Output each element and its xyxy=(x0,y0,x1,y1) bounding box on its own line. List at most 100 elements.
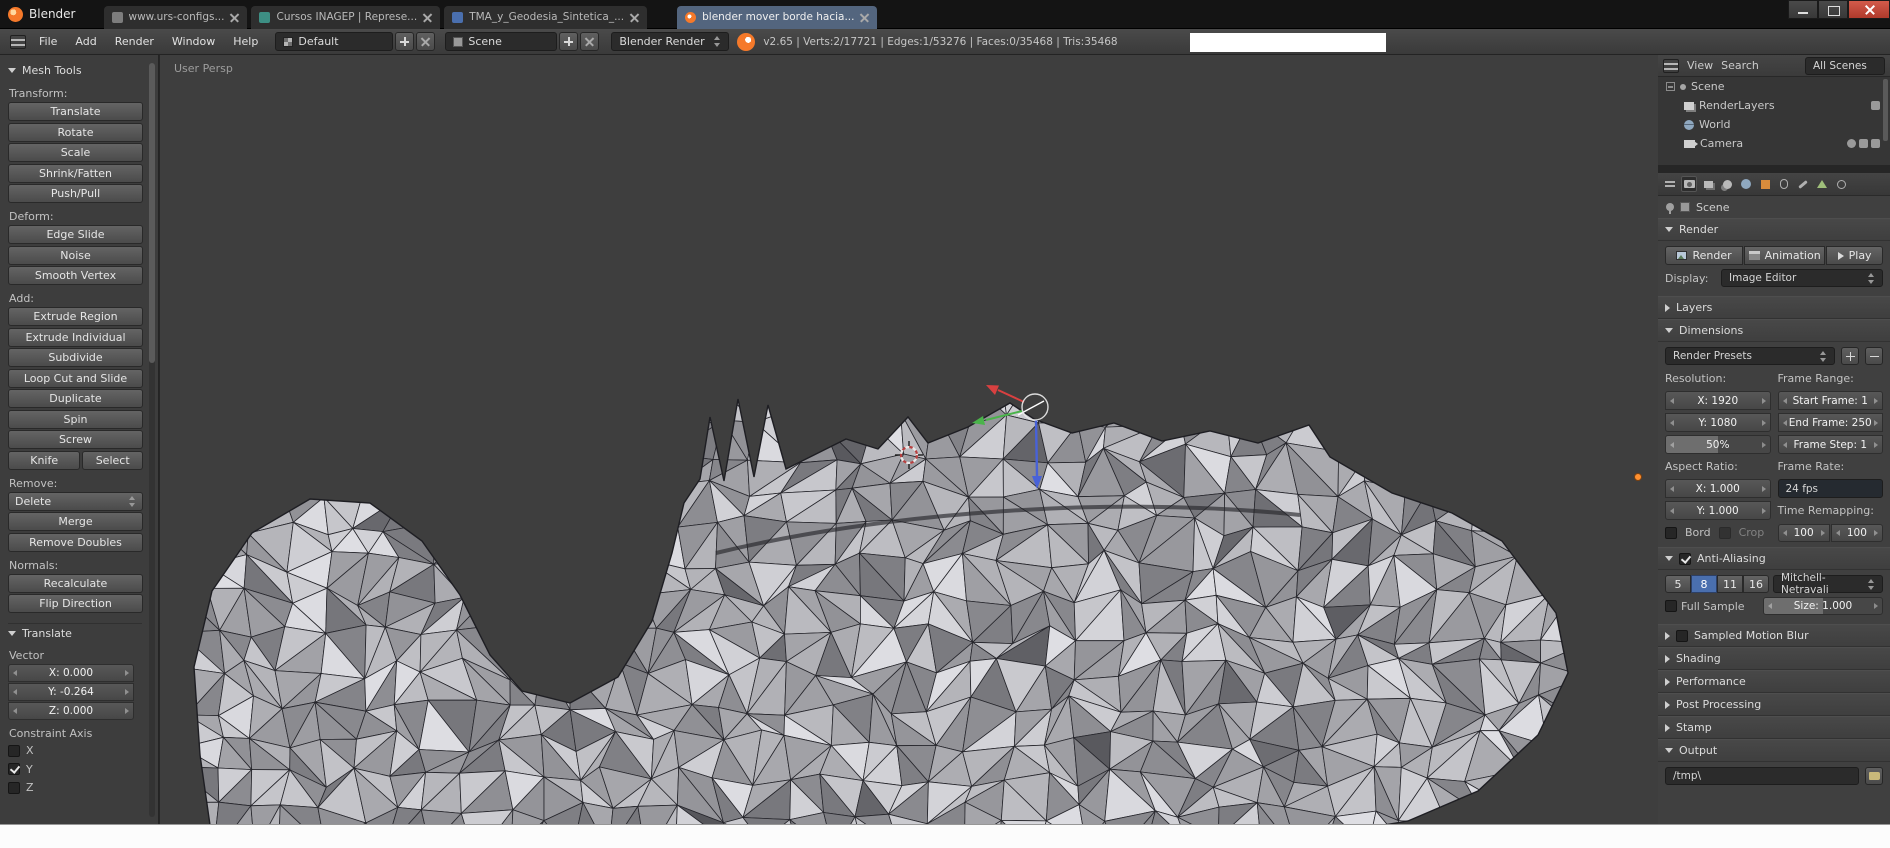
aa-samples-8-button[interactable]: 8 xyxy=(1691,575,1717,593)
frame-step-field[interactable]: Frame Step: 1 xyxy=(1778,435,1884,454)
vector-y-field[interactable]: Y: -0.264 xyxy=(8,683,134,701)
tab-close-icon[interactable] xyxy=(630,13,639,22)
outliner-item-scene[interactable]: Scene xyxy=(1658,77,1890,96)
shrink-fatten-button[interactable]: Shrink/Fatten xyxy=(8,164,143,183)
aa-samples-11-button[interactable]: 11 xyxy=(1717,575,1743,593)
browser-tab-3[interactable]: TMA_y_Geodesia_Sintetica_... xyxy=(444,6,647,29)
remove-doubles-button[interactable]: Remove Doubles xyxy=(8,533,143,552)
remove-preset-button[interactable] xyxy=(1865,347,1883,365)
outliner-search-menu[interactable]: Search xyxy=(1721,59,1759,72)
delete-menu-button[interactable]: Delete xyxy=(8,492,143,511)
outliner-scrollbar-thumb[interactable] xyxy=(1883,79,1888,141)
manipulator-x-arrow[interactable] xyxy=(986,385,999,395)
toolshelf-scrollbar-thumb[interactable] xyxy=(149,63,155,363)
object-tab[interactable] xyxy=(1757,176,1773,192)
knife-select-button[interactable]: Select xyxy=(82,451,143,470)
resolution-x-field[interactable]: X: 1920 xyxy=(1665,391,1771,410)
tab-close-icon[interactable] xyxy=(860,13,869,22)
aa-size-slider[interactable]: Size: 1.000 xyxy=(1763,597,1883,615)
aa-filter-dropdown[interactable]: Mitchell-Netravali xyxy=(1773,575,1883,593)
push-pull-button[interactable]: Push/Pull xyxy=(8,184,143,203)
tab-close-icon[interactable] xyxy=(423,13,432,22)
flip-direction-button[interactable]: Flip Direction xyxy=(8,594,143,613)
post-processing-panel-header[interactable]: Post Processing xyxy=(1658,693,1890,716)
aspect-y-field[interactable]: Y: 1.000 xyxy=(1665,501,1771,520)
outliner-item-camera[interactable]: Camera xyxy=(1658,134,1890,153)
loop-cut-button[interactable]: Loop Cut and Slide xyxy=(8,369,143,388)
shading-panel-header[interactable]: Shading xyxy=(1658,647,1890,670)
edge-slide-button[interactable]: Edge Slide xyxy=(8,225,143,244)
outliner-display-mode[interactable]: All Scenes xyxy=(1805,57,1885,75)
end-frame-field[interactable]: End Frame: 250 xyxy=(1778,413,1884,432)
vector-x-field[interactable]: X: 0.000 xyxy=(8,664,134,682)
full-sample-checkbox[interactable] xyxy=(1665,600,1677,612)
manipulator-center-ring[interactable] xyxy=(1022,394,1048,420)
tab-close-icon[interactable] xyxy=(230,13,239,22)
knife-button[interactable]: Knife xyxy=(8,451,80,470)
dimensions-panel-header[interactable]: Dimensions xyxy=(1658,319,1890,342)
menu-render[interactable]: Render xyxy=(106,30,163,54)
menu-add[interactable]: Add xyxy=(66,30,105,54)
extrude-individual-button[interactable]: Extrude Individual xyxy=(8,328,143,347)
screen-layout-selector[interactable]: Default xyxy=(275,32,393,51)
menu-help[interactable]: Help xyxy=(224,30,267,54)
performance-panel-header[interactable]: Performance xyxy=(1658,670,1890,693)
axis-z-checkbox[interactable] xyxy=(8,782,20,794)
outliner-editor-icon[interactable] xyxy=(1663,59,1679,73)
stamp-panel-header[interactable]: Stamp xyxy=(1658,716,1890,739)
aa-samples-5-button[interactable]: 5 xyxy=(1665,575,1691,593)
duplicate-button[interactable]: Duplicate xyxy=(8,389,143,408)
output-panel-header[interactable]: Output xyxy=(1658,739,1890,762)
outliner-item-renderlayers[interactable]: RenderLayers xyxy=(1658,96,1890,115)
aa-samples-16-button[interactable]: 16 xyxy=(1743,575,1769,593)
outliner-view-menu[interactable]: View xyxy=(1687,59,1713,72)
layers-panel-header[interactable]: Layers xyxy=(1658,296,1890,319)
recalculate-button[interactable]: Recalculate xyxy=(8,574,143,593)
rotate-button[interactable]: Rotate xyxy=(8,123,143,142)
minimize-button[interactable] xyxy=(1788,0,1818,19)
add-scene-button[interactable] xyxy=(559,32,578,51)
lamp-object-dot[interactable] xyxy=(1635,474,1642,481)
region-divider[interactable] xyxy=(1658,165,1890,173)
mesh-tools-panel-header[interactable]: Mesh Tools xyxy=(8,61,142,80)
browser-tab-2[interactable]: Cursos INAGEP | Represe... xyxy=(251,6,440,29)
scene-tab[interactable] xyxy=(1719,176,1735,192)
maximize-button[interactable] xyxy=(1818,0,1848,19)
render-toggle-icon[interactable] xyxy=(1871,139,1880,148)
collapse-minus-icon[interactable] xyxy=(1666,82,1675,91)
resolution-y-field[interactable]: Y: 1080 xyxy=(1665,413,1771,432)
output-path-field[interactable]: /tmp\ xyxy=(1665,767,1859,785)
anti-aliasing-checkbox[interactable] xyxy=(1679,553,1691,565)
extrude-region-button[interactable]: Extrude Region xyxy=(8,307,143,326)
translate-button[interactable]: Translate xyxy=(8,102,143,121)
physics-tab[interactable] xyxy=(1833,176,1849,192)
browse-output-button[interactable] xyxy=(1865,767,1883,785)
remap-new-field[interactable]: 100 xyxy=(1831,524,1883,542)
viewport-3d[interactable]: User Persp xyxy=(160,55,1658,824)
screw-button[interactable]: Screw xyxy=(8,430,143,449)
noise-button[interactable]: Noise xyxy=(8,246,143,265)
start-frame-field[interactable]: Start Frame: 1 xyxy=(1778,391,1884,410)
add-screen-layout-button[interactable] xyxy=(395,32,414,51)
vector-z-field[interactable]: Z: 0.000 xyxy=(8,702,134,720)
render-panel-header[interactable]: Render xyxy=(1658,218,1890,241)
properties-editor-icon[interactable] xyxy=(1662,176,1678,192)
pin-icon[interactable] xyxy=(1666,203,1674,211)
data-tab[interactable] xyxy=(1814,176,1830,192)
browser-tab-active[interactable]: blender mover borde hacia... xyxy=(677,6,877,29)
outliner-item-world[interactable]: World xyxy=(1658,115,1890,134)
render-image-button[interactable]: Render xyxy=(1665,246,1743,265)
menu-file[interactable]: File xyxy=(30,30,66,54)
anti-aliasing-panel-header[interactable]: Anti-Aliasing xyxy=(1658,547,1890,570)
remove-screen-layout-button[interactable] xyxy=(416,32,435,51)
aspect-x-field[interactable]: X: 1.000 xyxy=(1665,479,1771,498)
translate-operator-panel-header[interactable]: Translate xyxy=(8,623,142,642)
render-presets-dropdown[interactable]: Render Presets xyxy=(1665,347,1835,365)
constraints-tab[interactable] xyxy=(1776,176,1792,192)
resolution-percentage-slider[interactable]: 50% xyxy=(1665,435,1771,454)
axis-y-checkbox[interactable] xyxy=(8,763,20,775)
render-layers-tab[interactable] xyxy=(1700,176,1716,192)
frame-rate-dropdown[interactable]: 24 fps xyxy=(1778,479,1884,498)
scale-button[interactable]: Scale xyxy=(8,143,143,162)
display-mode-dropdown[interactable]: Image Editor xyxy=(1721,269,1883,287)
